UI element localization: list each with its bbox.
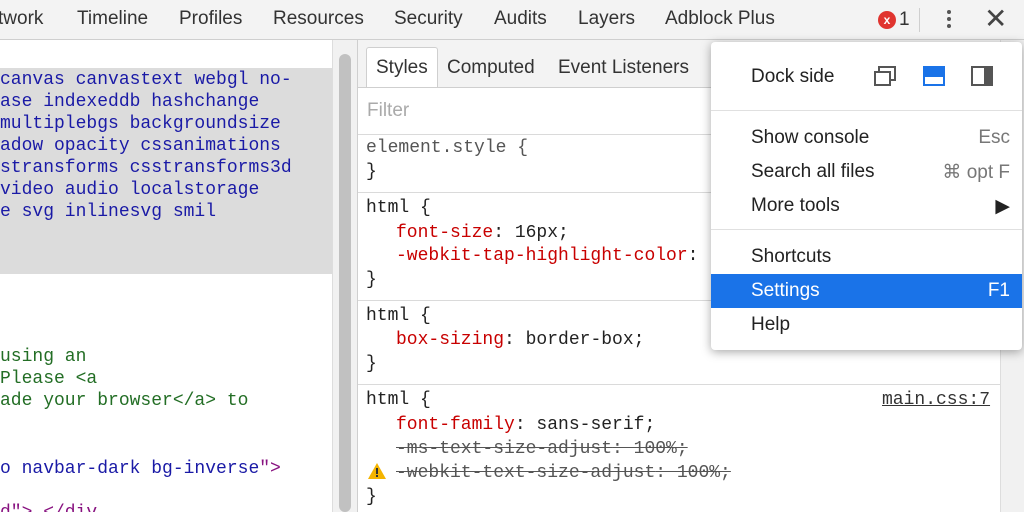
code-line: d"> </div [0, 502, 97, 512]
css-property: -webkit-text-size-adjust [396, 463, 656, 483]
tab-profiles[interactable]: Profiles [179, 8, 242, 30]
rule-close: } [366, 162, 377, 182]
divider [358, 384, 1000, 385]
menu-item-shortcut: Esc [978, 127, 1010, 148]
css-value: : 100%; [655, 463, 731, 483]
tab-computed[interactable]: Computed [447, 57, 535, 79]
css-property: box-sizing [396, 330, 505, 350]
navbar-class-line: o navbar-dark bg-inverse"> [0, 458, 281, 480]
rule-close: } [366, 270, 377, 290]
menu-item-settings[interactable]: Settings F1 [711, 274, 1022, 308]
code-line: stransforms csstransforms3d [0, 158, 292, 178]
css-declaration[interactable]: -webkit-tap-highlight-color: [396, 246, 698, 266]
tab-resources[interactable]: Resources [273, 8, 364, 30]
menu-item-show-console[interactable]: Show console Esc [711, 121, 1022, 155]
css-declaration-overridden[interactable]: -ms-text-size-adjust: 100%; [396, 439, 688, 459]
css-value: : [687, 246, 699, 266]
tab-network[interactable]: twork [0, 8, 43, 30]
dock-right-icon[interactable] [971, 66, 993, 86]
error-counter[interactable]: x 1 [878, 9, 910, 31]
comment-line: using an [0, 347, 87, 367]
menu-item-label: Help [751, 314, 791, 335]
menu-item-label: Show console [751, 127, 870, 148]
toolbar-divider [919, 8, 920, 32]
css-property: -ms-text-size-adjust [396, 439, 613, 459]
elements-tree[interactable]: canvas canvastext webgl no- ase indexedd… [0, 40, 332, 512]
tab-audits[interactable]: Audits [494, 8, 547, 30]
css-declaration[interactable]: font-family: sans-serif; [396, 415, 655, 435]
error-icon: x [878, 11, 896, 29]
css-value: : border-box; [504, 330, 645, 350]
rule-close: } [366, 487, 377, 507]
source-link[interactable]: main.css:7 [882, 390, 990, 410]
menu-item-shortcut: F1 [987, 280, 1010, 301]
error-count: 1 [899, 9, 910, 30]
undock-window-icon[interactable] [874, 66, 896, 86]
code-line: adow opacity cssanimations [0, 136, 281, 156]
tab-layers[interactable]: Layers [578, 8, 635, 30]
devtools-tab-bar: twork Timeline Profiles Resources Securi… [0, 0, 1024, 40]
comment-line: Please <a [0, 369, 98, 389]
css-value: : sans-serif; [514, 415, 656, 435]
css-declaration[interactable]: font-size: 16px; [396, 223, 569, 243]
dock-bottom-icon[interactable] [923, 66, 945, 86]
submenu-arrow-icon: ▶ [995, 196, 1010, 217]
menu-divider [711, 110, 1022, 111]
menu-item-label: More tools [751, 195, 840, 216]
filter-input[interactable]: Filter [367, 100, 409, 122]
rule-selector[interactable]: element.style { [366, 138, 528, 158]
css-property: font-size [396, 223, 494, 243]
code-line: canvas canvastext webgl no- [0, 70, 292, 90]
tab-styles[interactable]: Styles [366, 47, 438, 87]
css-value: : 100%; [612, 439, 688, 459]
rule-selector[interactable]: html { [366, 198, 431, 218]
tag-close: "> [259, 459, 281, 479]
css-declaration[interactable]: box-sizing: border-box; [396, 330, 644, 350]
warning-icon [368, 463, 386, 479]
menu-divider [711, 229, 1022, 230]
menu-item-search-all-files[interactable]: Search all files ⌘ opt F [711, 155, 1022, 189]
code-line: ase indexeddb hashchange [0, 92, 260, 112]
tab-timeline[interactable]: Timeline [77, 8, 148, 30]
rule-close: } [366, 354, 377, 374]
code-line: e svg inlinesvg smil [0, 202, 217, 222]
close-icon[interactable]: ✕ [984, 3, 1007, 35]
dock-side-label: Dock side [751, 66, 835, 87]
comment-line: ade your browser</a> to [0, 391, 249, 411]
menu-item-shortcut: ⌘ opt F [942, 162, 1010, 183]
code-line: video audio localstorage [0, 180, 260, 200]
rule-selector[interactable]: html { [366, 306, 431, 326]
css-declaration-overridden[interactable]: -webkit-text-size-adjust: 100%; [396, 463, 731, 483]
elements-scrollbar[interactable] [332, 40, 358, 512]
rule-selector[interactable]: html { [366, 390, 431, 410]
code-line: multiplebgs backgroundsize [0, 114, 281, 134]
css-property: -webkit-tap-highlight-color [396, 246, 688, 266]
scrollbar-thumb[interactable] [339, 54, 351, 512]
css-value: 16px; [504, 223, 569, 243]
tab-adblock-plus[interactable]: Adblock Plus [665, 8, 775, 30]
customize-devtools-menu: Dock side Show console Esc Search all fi… [711, 42, 1022, 350]
menu-item-label: Search all files [751, 161, 875, 182]
menu-item-help[interactable]: Help [711, 308, 1022, 342]
attr-value: o navbar-dark bg-inverse [0, 459, 260, 479]
menu-item-more-tools[interactable]: More tools ▶ [711, 189, 1022, 223]
tab-event-listeners[interactable]: Event Listeners [558, 57, 689, 79]
css-property: font-family [396, 415, 515, 435]
menu-item-label: Shortcuts [751, 246, 832, 267]
tab-security[interactable]: Security [394, 8, 463, 30]
kebab-menu-icon[interactable] [939, 7, 959, 33]
menu-item-shortcuts[interactable]: Shortcuts [711, 240, 1022, 274]
menu-item-label: Settings [751, 280, 820, 301]
